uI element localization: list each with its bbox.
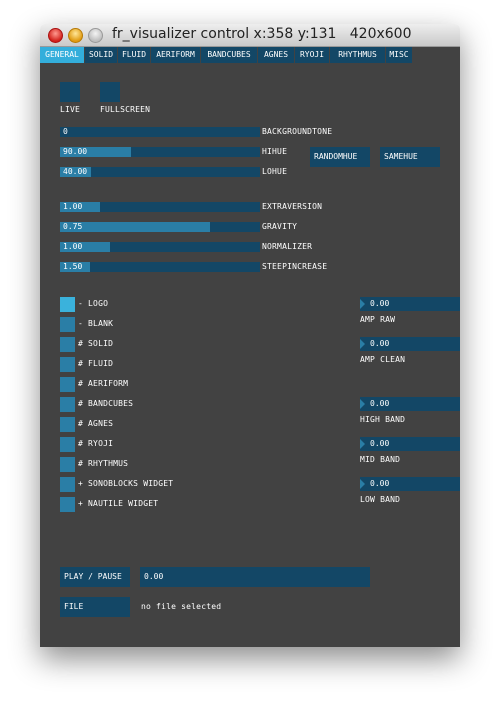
layer-checkbox-bandcubes[interactable] xyxy=(60,397,75,412)
control-panel: GENERAL SOLID FLUID AERIFORM BANDCUBES A… xyxy=(40,47,460,647)
layer-checkbox-rhythmus[interactable] xyxy=(60,457,75,472)
meter-label: AMP RAW xyxy=(360,315,396,324)
play-pause-button[interactable]: PLAY / PAUSE xyxy=(60,567,130,587)
gravity-label: GRAVITY xyxy=(262,222,298,231)
play-triangle-icon xyxy=(360,439,365,449)
slider-fill xyxy=(60,222,210,232)
meter-label: LOW BAND xyxy=(360,495,401,504)
hihue-slider[interactable]: 90.00 xyxy=(60,147,260,157)
slider-value: 1.50 xyxy=(63,262,83,271)
layer-checkbox-agnes[interactable] xyxy=(60,417,75,432)
layer-checkbox-fluid[interactable] xyxy=(60,357,75,372)
lohue-label: LOHUE xyxy=(262,167,288,176)
zoom-button[interactable] xyxy=(88,28,103,43)
playback-position-slider[interactable]: 0.00 xyxy=(140,567,370,587)
minimize-button[interactable] xyxy=(68,28,83,43)
tab-misc[interactable]: MISC xyxy=(386,47,412,63)
low-band-meter[interactable]: 0.00 xyxy=(360,477,460,491)
layer-checkbox-aeriform[interactable] xyxy=(60,377,75,392)
close-button[interactable] xyxy=(48,28,63,43)
layer-label: + SONOBLOCKS WIDGET xyxy=(78,479,174,488)
meter-label: MID BAND xyxy=(360,455,401,464)
layer-label: # RYOJI xyxy=(78,439,114,448)
normalizer-label: NORMALIZER xyxy=(262,242,313,251)
layer-label: + NAUTILE WIDGET xyxy=(78,499,159,508)
slider-value: 0.75 xyxy=(63,222,83,231)
window-title: fr_visualizer control x:358 y:131 420x60… xyxy=(112,26,412,42)
steepincrease-slider[interactable]: 1.50 xyxy=(60,262,260,272)
lohue-slider[interactable]: 40.00 xyxy=(60,167,260,177)
meter-value: 0.00 xyxy=(370,339,390,348)
file-status: no file selected xyxy=(141,602,222,611)
extraversion-label: EXTRAVERSION xyxy=(262,202,323,211)
slider-value: 90.00 xyxy=(63,147,88,156)
randomhue-button[interactable]: RANDOMHUE xyxy=(310,147,370,167)
layer-checkbox-sonoblocks-widget[interactable] xyxy=(60,477,75,492)
layer-label: - LOGO xyxy=(78,299,109,308)
slider-value: 1.00 xyxy=(63,242,83,251)
live-toggle[interactable] xyxy=(60,82,80,102)
tab-bandcubes[interactable]: BANDCUBES xyxy=(201,47,257,63)
layer-label: # AERIFORM xyxy=(78,379,129,388)
backgroundtone-slider[interactable]: 0 xyxy=(60,127,260,137)
live-label: LIVE xyxy=(60,105,81,114)
fullscreen-label: FULLSCREEN xyxy=(100,105,151,114)
layer-checkbox-blank[interactable] xyxy=(60,317,75,332)
slider-value: 0 xyxy=(63,127,68,136)
high-band-meter[interactable]: 0.00 xyxy=(360,397,460,411)
tab-ryoji[interactable]: RYOJI xyxy=(295,47,329,63)
tab-solid[interactable]: SOLID xyxy=(85,47,117,63)
play-triangle-icon xyxy=(360,399,365,409)
meter-value: 0.00 xyxy=(370,479,390,488)
slider-value: 1.00 xyxy=(63,202,83,211)
layer-checkbox-nautile-widget[interactable] xyxy=(60,497,75,512)
layer-label: - BLANK xyxy=(78,319,114,328)
steepincrease-label: STEEPINCREASE xyxy=(262,262,328,271)
meter-value: 0.00 xyxy=(370,439,390,448)
tab-aeriform[interactable]: AERIFORM xyxy=(151,47,200,63)
layer-label: # SOLID xyxy=(78,339,114,348)
layer-label: # AGNES xyxy=(78,419,114,428)
meter-value: 0.00 xyxy=(370,399,390,408)
file-button[interactable]: FILE xyxy=(60,597,130,617)
layer-checkbox-solid[interactable] xyxy=(60,337,75,352)
meter-label: HIGH BAND xyxy=(360,415,406,424)
fullscreen-toggle[interactable] xyxy=(100,82,120,102)
tab-rhythmus[interactable]: RHYTHMUS xyxy=(330,47,385,63)
amp-clean-meter[interactable]: 0.00 xyxy=(360,337,460,351)
tab-fluid[interactable]: FLUID xyxy=(118,47,150,63)
layer-label: # RHYTHMUS xyxy=(78,459,129,468)
gravity-slider[interactable]: 0.75 xyxy=(60,222,260,232)
extraversion-slider[interactable]: 1.00 xyxy=(60,202,260,212)
app-window: fr_visualizer control x:358 y:131 420x60… xyxy=(40,24,460,647)
slider-value: 40.00 xyxy=(63,167,88,176)
amp-raw-meter[interactable]: 0.00 xyxy=(360,297,460,311)
normalizer-slider[interactable]: 1.00 xyxy=(60,242,260,252)
tab-agnes[interactable]: AGNES xyxy=(258,47,294,63)
layer-checkbox-ryoji[interactable] xyxy=(60,437,75,452)
play-triangle-icon xyxy=(360,339,365,349)
samehue-button[interactable]: SAMEHUE xyxy=(380,147,440,167)
layer-label: # BANDCUBES xyxy=(78,399,134,408)
layer-label: # FLUID xyxy=(78,359,114,368)
tab-general[interactable]: GENERAL xyxy=(40,47,84,63)
title-bar[interactable]: fr_visualizer control x:358 y:131 420x60… xyxy=(40,24,460,47)
play-triangle-icon xyxy=(360,479,365,489)
meter-value: 0.00 xyxy=(370,299,390,308)
play-triangle-icon xyxy=(360,299,365,309)
meter-label: AMP CLEAN xyxy=(360,355,406,364)
hihue-label: HIHUE xyxy=(262,147,288,156)
layer-checkbox-logo[interactable] xyxy=(60,297,75,312)
mid-band-meter[interactable]: 0.00 xyxy=(360,437,460,451)
backgroundtone-label: BACKGROUNDTONE xyxy=(262,127,333,136)
